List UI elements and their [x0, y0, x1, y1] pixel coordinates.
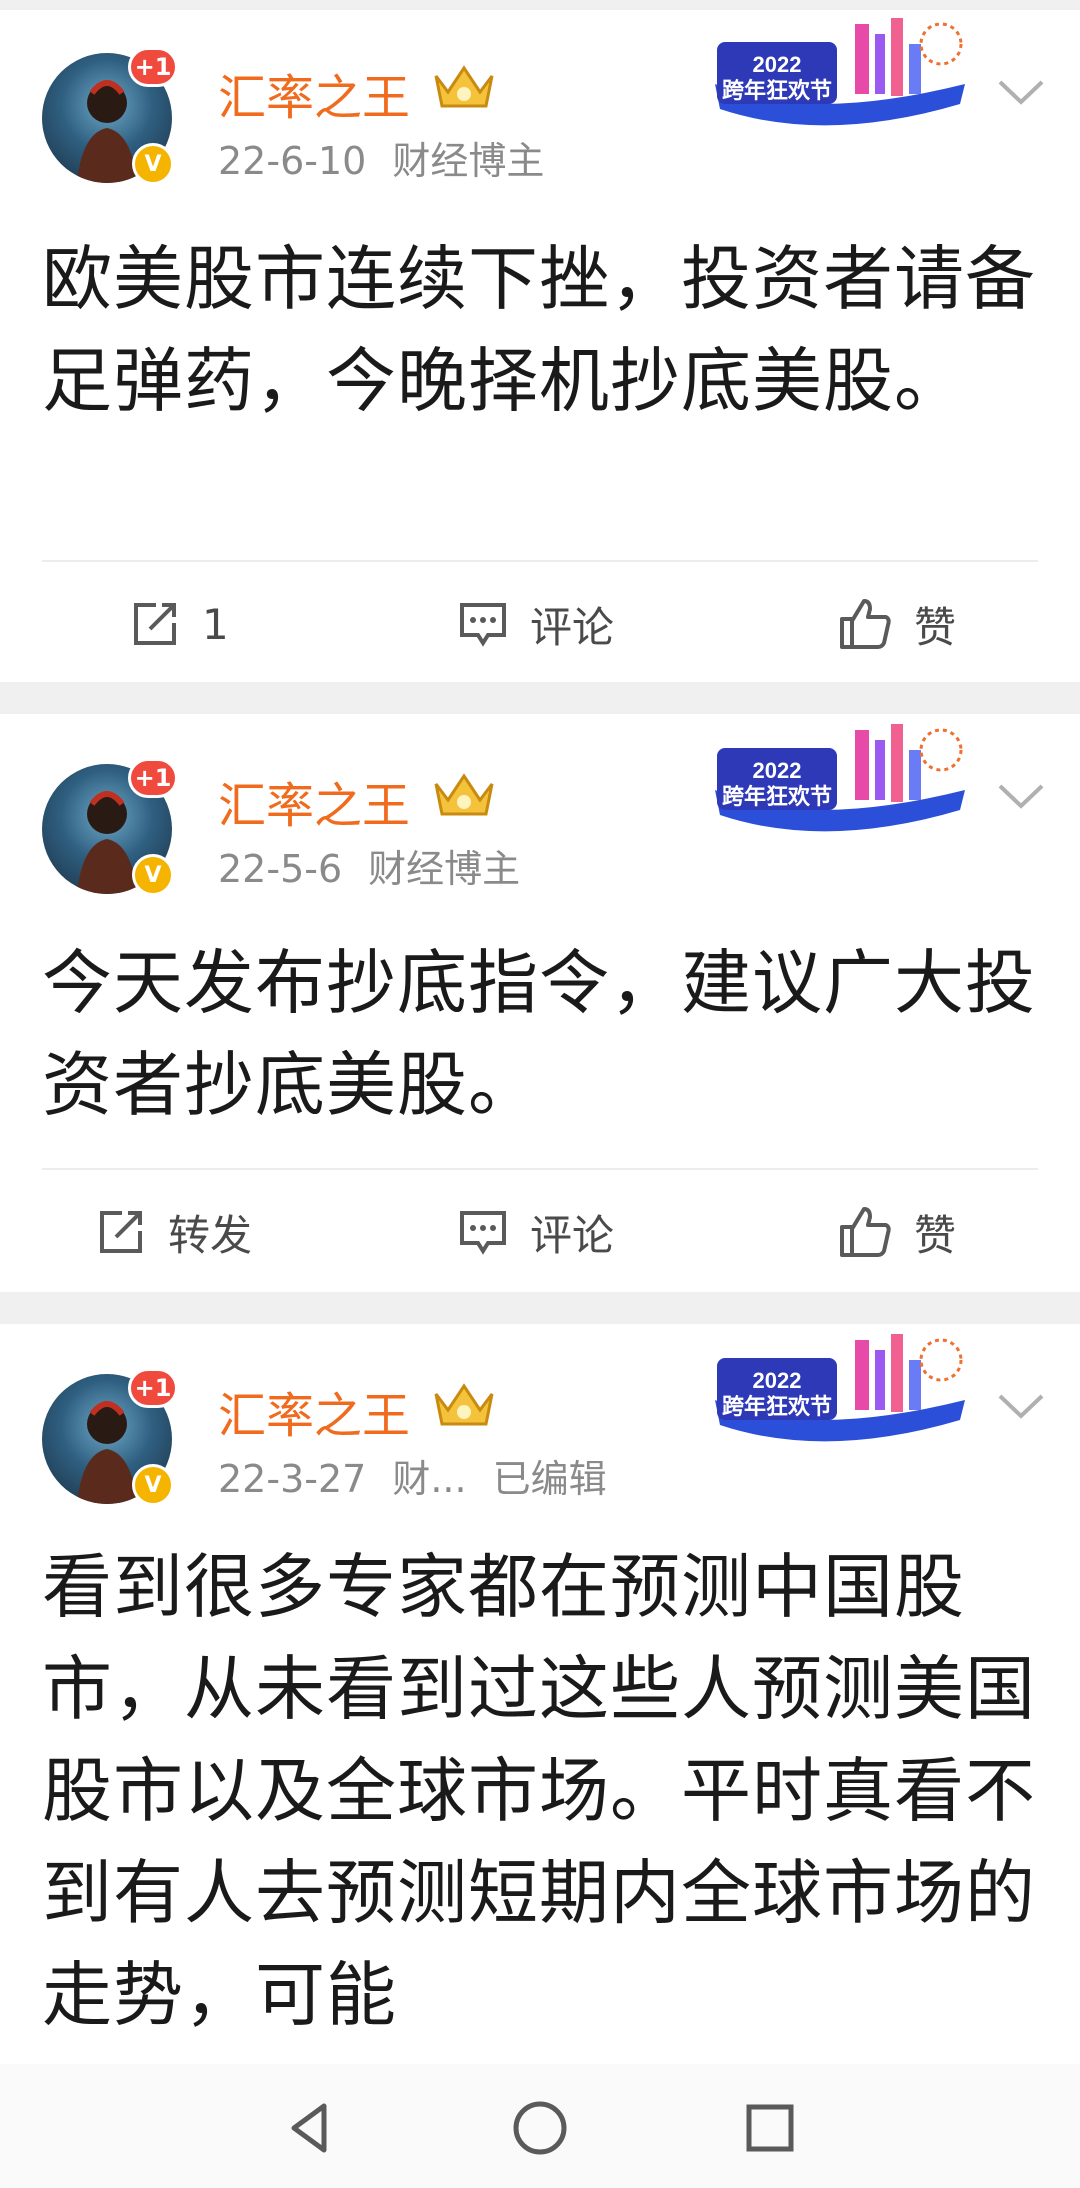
post-meta: 22-6-10 财经博主	[218, 130, 570, 185]
post-content: 今天发布抄底指令，建议广大投资者抄底美股。	[42, 942, 1036, 1126]
post-separator	[0, 682, 1080, 714]
plus-one-badge: +1	[128, 758, 178, 798]
post-meta: 22-5-6 财经博主	[218, 838, 546, 893]
verified-icon: V	[132, 854, 174, 896]
svg-text:2022: 2022	[753, 52, 802, 77]
svg-text:跨年狂欢节: 跨年狂欢节	[722, 784, 832, 810]
svg-text:跨年狂欢节: 跨年狂欢节	[722, 78, 832, 104]
edited-label: 已编辑	[492, 1457, 607, 1501]
svg-text:2022: 2022	[753, 1368, 802, 1393]
comment-label: 评论	[530, 602, 615, 652]
username[interactable]: 汇率之王	[218, 58, 410, 128]
user-tag: 财...	[392, 1457, 467, 1501]
avatar[interactable]: +1 V	[42, 758, 178, 896]
verified-icon: V	[132, 1464, 174, 1506]
repost-icon	[100, 1211, 142, 1253]
chevron-down-icon[interactable]	[996, 72, 1046, 112]
verified-icon: V	[132, 143, 174, 185]
thumbs-up-icon	[840, 599, 891, 649]
post-card[interactable]: +1 V 汇率之王 22-6-10 财经博主 2022 跨年狂欢节 欧美股市连续下挫…	[0, 10, 1080, 682]
plus-one-badge: +1	[128, 47, 178, 87]
user-tag: 财经博主	[368, 847, 521, 891]
system-nav-bar	[0, 2064, 1080, 2188]
comment-icon	[460, 1211, 506, 1255]
avatar[interactable]: +1 V	[42, 47, 178, 185]
post-content: 看到很多专家都在预测中国股市，从未看到过这些人预测美国股市以及全球市场。平时真看…	[42, 1546, 1036, 2036]
action-bar: 1 评论 赞	[0, 574, 1080, 674]
like-label: 赞	[914, 602, 957, 652]
chevron-down-icon[interactable]	[996, 776, 1046, 816]
repost-label: 转发	[168, 1210, 253, 1260]
post-card[interactable]: +1 V 汇率之王 22-5-6 财经博主 2022 跨年狂欢节 今天发布抄底指令，…	[0, 714, 1080, 1292]
action-bar: 转发 评论 赞	[0, 1182, 1080, 1282]
new-year-banner[interactable]: 2022跨年狂欢节	[705, 14, 975, 134]
top-separator	[0, 0, 1080, 10]
new-year-banner[interactable]: 2022跨年狂欢节	[705, 720, 975, 840]
recents-square-icon[interactable]	[740, 2098, 800, 2158]
like-button[interactable]: 赞	[838, 574, 956, 674]
thumbs-up-icon	[840, 1207, 891, 1257]
plus-one-badge: +1	[128, 1368, 178, 1408]
repost-icon	[134, 603, 176, 645]
avatar[interactable]: +1 V	[42, 1368, 178, 1506]
crown-icon	[434, 773, 494, 816]
repost-button[interactable]: 转发	[96, 1182, 252, 1282]
comment-icon	[460, 603, 506, 647]
crown-icon	[434, 65, 494, 108]
post-date: 22-5-6	[218, 847, 343, 891]
post-meta: 22-3-27 财... 已编辑	[218, 1448, 633, 1503]
post-content: 欧美股市连续下挫，投资者请备足弹药，今晚择机抄底美股。	[42, 238, 1036, 422]
post-date: 22-6-10	[218, 139, 367, 183]
repost-button[interactable]: 1	[130, 574, 229, 674]
home-circle-icon[interactable]	[510, 2098, 570, 2158]
like-label: 赞	[914, 1210, 957, 1260]
username[interactable]: 汇率之王	[218, 766, 410, 836]
comment-button[interactable]: 评论	[458, 574, 614, 674]
crown-icon	[434, 1383, 494, 1426]
repost-count: 1	[202, 599, 229, 649]
divider	[42, 1168, 1038, 1170]
back-triangle-icon[interactable]	[280, 2098, 340, 2158]
svg-text:跨年狂欢节: 跨年狂欢节	[722, 1394, 832, 1420]
like-button[interactable]: 赞	[838, 1182, 956, 1282]
post-card[interactable]: +1 V 汇率之王 22-3-27 财... 已编辑 2022 跨年狂欢节 看到很多专…	[0, 1324, 1080, 2064]
username[interactable]: 汇率之王	[218, 1376, 410, 1446]
post-separator	[0, 1292, 1080, 1324]
new-year-banner[interactable]: 2022跨年狂欢节	[705, 1330, 975, 1450]
divider	[42, 560, 1038, 562]
chevron-down-icon[interactable]	[996, 1386, 1046, 1426]
comment-button[interactable]: 评论	[458, 1182, 614, 1282]
post-date: 22-3-27	[218, 1457, 367, 1501]
svg-text:2022: 2022	[753, 758, 802, 783]
user-tag: 财经博主	[392, 139, 545, 183]
comment-label: 评论	[530, 1210, 615, 1260]
